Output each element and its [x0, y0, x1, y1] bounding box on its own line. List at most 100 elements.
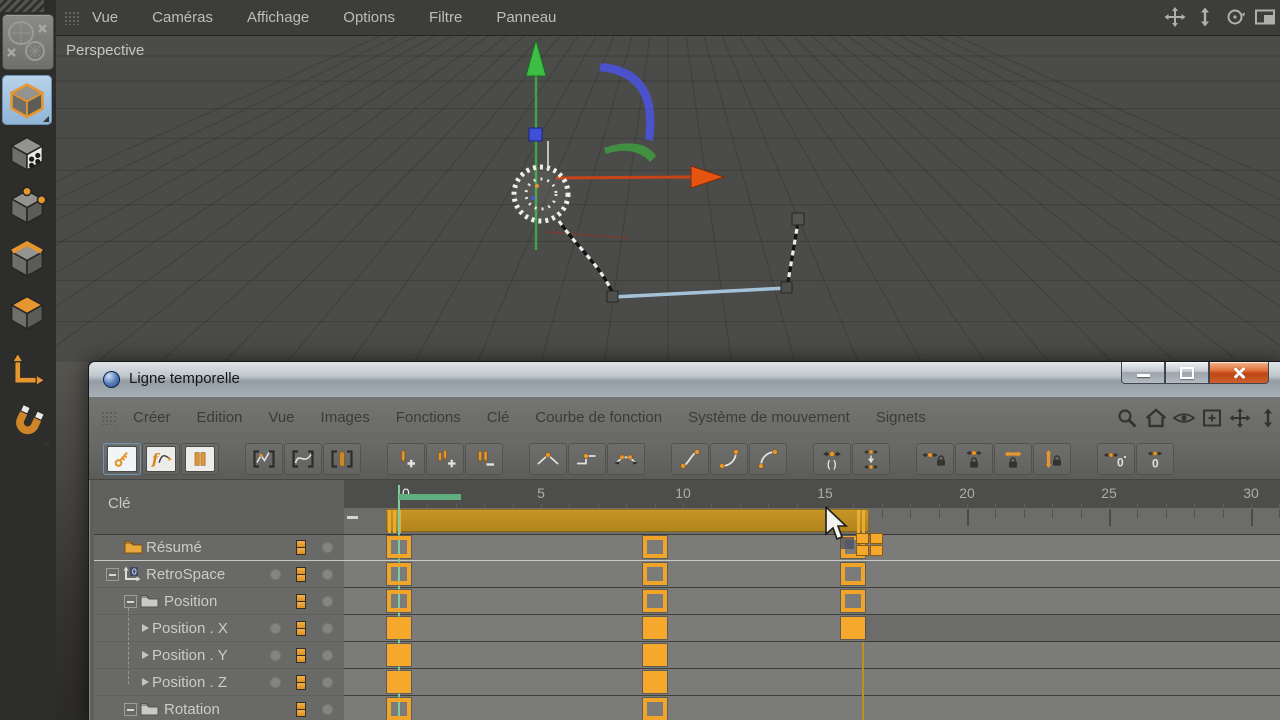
- keyframe-position-x-f9[interactable]: [643, 617, 667, 639]
- track-state-dot[interactable]: [322, 623, 333, 634]
- pan-icon[interactable]: [1226, 405, 1253, 430]
- toolbar-spline-ease[interactable]: [710, 443, 748, 475]
- keyframe-rotation-f9[interactable]: [643, 698, 667, 720]
- timeline-menu-cl[interactable]: Clé: [487, 409, 510, 426]
- toolbar-spline-fast[interactable]: [749, 443, 787, 475]
- toolbar-key-mode[interactable]: [103, 443, 141, 475]
- timeline-ruler[interactable]: 051015202530: [344, 480, 1280, 509]
- timeline-menubar-grip-icon[interactable]: [101, 411, 117, 425]
- viewport-menu-options[interactable]: Options: [343, 9, 395, 26]
- keyframe-retrospace-f16[interactable]: [841, 563, 865, 585]
- z-axis-handle[interactable]: [529, 128, 542, 141]
- viewport-menu-vue[interactable]: Vue: [92, 9, 118, 26]
- keyframe-r-sum-f9[interactable]: [643, 536, 667, 558]
- timeline-menu-fonctions[interactable]: Fonctions: [396, 409, 461, 426]
- toolbar-del-keys[interactable]: [465, 443, 503, 475]
- tool-polygons-mode[interactable]: [2, 287, 52, 337]
- track-label[interactable]: RetroSpace: [146, 566, 225, 583]
- band-end-grip[interactable]: [862, 510, 865, 533]
- toolbar-spline-soft[interactable]: [671, 443, 709, 475]
- pan-view-icon[interactable]: [1162, 5, 1188, 29]
- scroll-icon[interactable]: [1254, 405, 1280, 430]
- toolbar-lock-time[interactable]: [994, 443, 1032, 475]
- keyframe-track-toggle[interactable]: [296, 702, 306, 717]
- tool-points-mode[interactable]: [2, 181, 52, 231]
- rotate-view-icon[interactable]: [1222, 5, 1248, 29]
- timeline-menu-syst-me-de-mouvement[interactable]: Système de mouvement: [688, 409, 850, 426]
- keyframe-r-sum-f0[interactable]: [387, 536, 411, 558]
- motion-path-segment[interactable]: [613, 288, 787, 297]
- toolbar-motion-mode[interactable]: [181, 443, 219, 475]
- track-lane-rotation[interactable]: [344, 696, 1280, 720]
- track-row-position-x[interactable]: Position . X: [94, 615, 344, 642]
- dragged-key[interactable]: [856, 533, 869, 544]
- toolbar-break-tangents[interactable]: [852, 443, 890, 475]
- track-row-position-z[interactable]: Position . Z: [94, 669, 344, 696]
- home-icon[interactable]: [1142, 405, 1169, 430]
- keyframe-track-toggle[interactable]: [296, 621, 306, 636]
- zoom-view-icon[interactable]: [1192, 5, 1218, 29]
- dragged-key[interactable]: [870, 545, 883, 556]
- toolbar-zero-angle[interactable]: 0: [1097, 443, 1135, 475]
- path-node-1[interactable]: [607, 291, 618, 302]
- timeline-menu-edition[interactable]: Edition: [197, 409, 243, 426]
- track-label[interactable]: Rotation: [164, 701, 220, 718]
- maximize-button[interactable]: [1165, 362, 1209, 384]
- band-end-grip[interactable]: [857, 510, 860, 533]
- coordinates-icon[interactable]: [2, 14, 54, 70]
- track-lane-r-sum[interactable]: [344, 534, 1280, 561]
- track-label[interactable]: Position: [164, 593, 217, 610]
- keyframe-position-f9[interactable]: [643, 590, 667, 612]
- expand-arrow-icon[interactable]: [142, 678, 149, 686]
- viewport-menu-affichage[interactable]: Affichage: [247, 9, 309, 26]
- track-state-dot[interactable]: [322, 596, 333, 607]
- keyframe-position-x-f16[interactable]: [841, 617, 865, 639]
- viewport-label[interactable]: Perspective: [66, 42, 144, 59]
- keyframe-track-toggle[interactable]: [296, 675, 306, 690]
- perspective-viewport[interactable]: Perspective: [56, 36, 1280, 362]
- timeline-menu-signets[interactable]: Signets: [876, 409, 926, 426]
- track-state-dot[interactable]: [322, 569, 333, 580]
- keyframe-track-toggle[interactable]: [296, 594, 306, 609]
- toolbar-region-clip[interactable]: [323, 443, 361, 475]
- keyframe-position-y-f0[interactable]: [387, 644, 411, 666]
- new-panel-icon[interactable]: [1198, 405, 1225, 430]
- keyframe-track-toggle[interactable]: [296, 567, 306, 582]
- toolbar-fcurve-mode[interactable]: f: [142, 443, 180, 475]
- toolbar-lock-angle[interactable]: [916, 443, 954, 475]
- dragged-keys-block[interactable]: [856, 533, 883, 556]
- summary-range-band[interactable]: [386, 509, 869, 532]
- tool-snap-mode[interactable]: [2, 399, 52, 449]
- track-label[interactable]: Position . X: [152, 620, 228, 637]
- toolbar-add-key[interactable]: [387, 443, 425, 475]
- x-axis-arrow[interactable]: [691, 166, 724, 188]
- keyframe-rotation-f0[interactable]: [387, 698, 411, 720]
- keyframe-retrospace-f9[interactable]: [643, 563, 667, 585]
- track-label[interactable]: Position . Z: [152, 674, 227, 691]
- band-start-grip[interactable]: [388, 510, 391, 533]
- track-state-dot[interactable]: [322, 542, 333, 553]
- scene-object[interactable]: [514, 141, 568, 221]
- path-node-3[interactable]: [792, 213, 804, 225]
- timeline-menu-courbe-de-fonction[interactable]: Courbe de fonction: [535, 409, 662, 426]
- toolbar-step-key[interactable]: [568, 443, 606, 475]
- viewport-menu-panneau[interactable]: Panneau: [496, 9, 556, 26]
- timeline-menu-images[interactable]: Images: [321, 409, 370, 426]
- band-start-grip[interactable]: [393, 510, 396, 533]
- search-icon[interactable]: [1114, 405, 1141, 430]
- track-row-rotation[interactable]: Rotation: [94, 696, 344, 720]
- keyframe-position-z-f0[interactable]: [387, 671, 411, 693]
- track-row-r-sum[interactable]: Résumé: [94, 534, 344, 561]
- timeline-titlebar[interactable]: Ligne temporelle: [89, 362, 1280, 397]
- collapse-toggle-icon[interactable]: [124, 595, 137, 608]
- track-row-position[interactable]: Position: [94, 588, 344, 615]
- track-state-dot[interactable]: [322, 704, 333, 715]
- timeline-menu-cr-er[interactable]: Créer: [133, 409, 171, 426]
- track-state-dot[interactable]: [270, 569, 281, 580]
- keyframe-retrospace-f0[interactable]: [387, 563, 411, 585]
- track-lane-position[interactable]: [344, 588, 1280, 615]
- expand-arrow-icon[interactable]: [142, 624, 149, 632]
- toolbar-clamp-keys[interactable]: ( ): [813, 443, 851, 475]
- track-state-dot[interactable]: [270, 677, 281, 688]
- dragged-key[interactable]: [870, 533, 883, 544]
